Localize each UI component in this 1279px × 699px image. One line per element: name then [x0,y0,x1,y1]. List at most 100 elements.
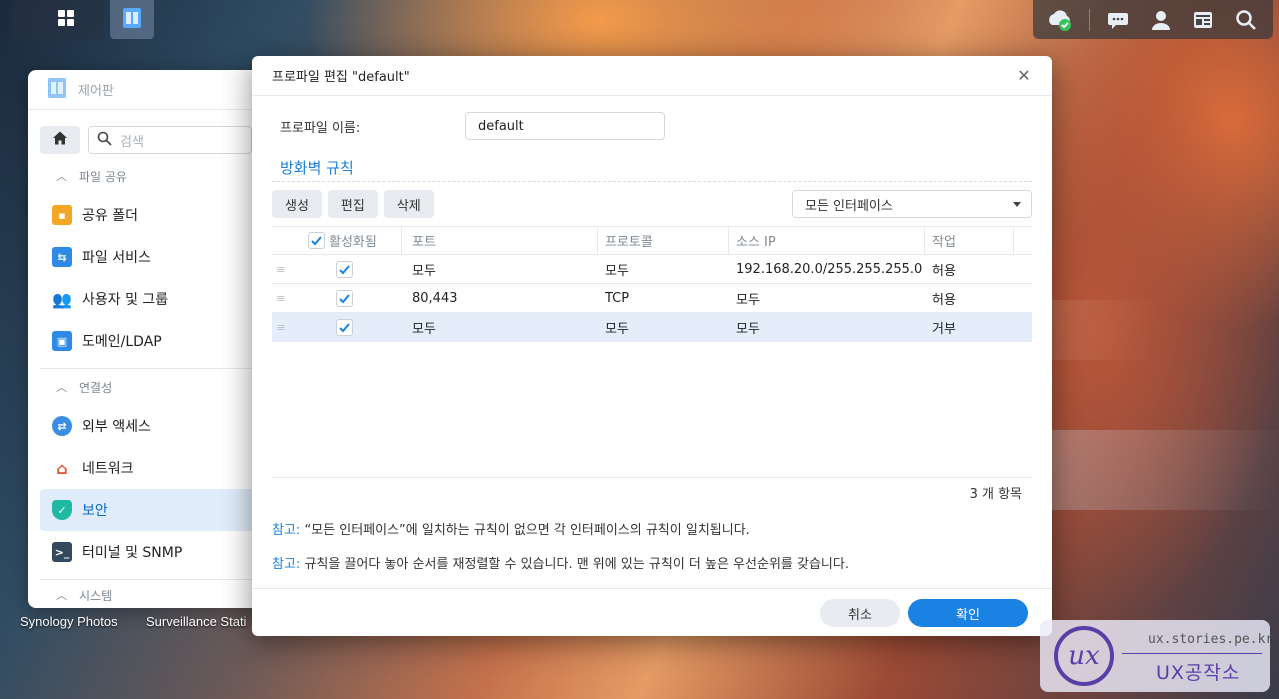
dialog-title: 프로파일 편집 "default" [272,70,410,85]
watermark-divider [1122,653,1262,654]
table-header: 활성화됨 포트 프로토콜 소스 IP 작업 [272,226,1032,255]
header-enabled[interactable]: 활성화됨 [290,227,402,254]
protocol-cell: TCP [605,290,630,306]
note-reorder: 참고: 규칙을 끌어다 놓아 순서를 재정렬할 수 있습니다. 맨 위에 있는 … [272,553,849,572]
action-cell: 허용 [932,292,956,308]
table-row[interactable]: ≡ 모두 모두 192.168.20.0/255.255.255.0 허용 [272,255,1032,284]
cloud-check-icon[interactable] [1046,6,1074,34]
user-icon[interactable] [1147,6,1175,34]
header-action[interactable]: 작업 [925,227,1014,254]
sidebar-item-domain-ldap[interactable]: ▣ 도메인/LDAP [28,320,260,362]
search-input[interactable]: 검색 [88,126,252,154]
action-cell: 허용 [932,263,956,279]
desktop-shortcut-synology-photos[interactable]: Synology Photos [20,614,118,629]
interface-select[interactable]: 모든 인터페이스 [792,190,1032,218]
table-row[interactable]: ≡ 모두 모두 모두 거부 [272,313,1032,342]
widget-icon[interactable] [1189,6,1217,34]
search-icon[interactable] [1232,6,1260,34]
select-all-checkbox[interactable] [308,232,325,249]
control-panel-task-button[interactable] [109,0,154,39]
create-button[interactable]: 생성 [272,190,322,218]
desktop-shortcut-surveillance-station[interactable]: Surveillance Stati [146,614,246,629]
checkmark-icon [339,293,350,303]
chevron-up-icon: ︿ [56,381,67,394]
rules-table: 활성화됨 포트 프로토콜 소스 IP 작업 ≡ 모두 모두 192.168.20… [272,226,1032,342]
header-source-ip[interactable]: 소스 IP [729,227,925,254]
grid-icon [56,8,76,32]
interface-select-value: 모든 인터페이스 [805,198,893,214]
main-menu-button[interactable] [12,0,104,39]
section-file-sharing[interactable]: ︿ 파일 공유 [28,158,260,194]
search-placeholder: 검색 [120,134,144,150]
checkmark-icon [339,264,350,274]
sidebar-item-file-services[interactable]: ⇆ 파일 서비스 [28,236,260,278]
network-home-icon: ⌂ [52,458,72,478]
enabled-cell [290,260,402,278]
chevron-up-icon: ︿ [56,589,67,602]
sidebar-item-external-access[interactable]: ⇄ 외부 액세스 [28,405,260,447]
drag-handle-icon[interactable]: ≡ [272,263,290,276]
drag-handle-icon[interactable]: ≡ [272,321,290,334]
note-tag: 참고: [272,557,301,572]
divider [272,181,1032,182]
watermark: ux ux.stories.pe.kr UX공작소 [1040,620,1274,692]
section-connectivity[interactable]: ︿ 연결성 [28,369,260,405]
control-panel-header: 제어판 [28,70,260,110]
shield-icon: ✓ [52,500,72,520]
port-cell: 모두 [412,321,436,337]
chat-icon[interactable] [1104,6,1132,34]
sidebar-item-shared-folder[interactable]: ▪ 공유 폴더 [28,194,260,236]
note-text: “모든 인터페이스”에 일치하는 규칙이 없으면 각 인터페이스의 규칙이 일치… [300,523,750,538]
section-system[interactable]: ︿ 시스템 [28,580,260,608]
enabled-cell [290,289,402,307]
enabled-checkbox[interactable] [336,260,353,278]
source-ip-cell: 모두 [736,321,760,337]
sidebar-item-label: 터미널 및 SNMP [82,545,183,561]
control-panel-search-row: 검색 [28,110,260,154]
chevron-up-icon: ︿ [56,170,67,183]
header-port[interactable]: 포트 [402,227,598,254]
protocol-cell: 모두 [605,263,629,279]
enabled-cell [290,318,402,336]
watermark-url: ux.stories.pe.kr [1148,632,1274,647]
home-button[interactable] [40,126,80,154]
enabled-checkbox[interactable] [336,318,353,336]
taskbar-right [1033,0,1273,39]
firewall-rules-title: 방화벽 규칙 [280,159,354,177]
source-ip-cell: 모두 [736,292,760,308]
control-panel-window: 제어판 검색 ︿ 파일 공유 ▪ 공유 폴더 ⇆ 파일 서비스 👥 사용자 및 … [28,70,260,608]
cancel-button[interactable]: 취소 [820,599,900,627]
home-icon [52,130,68,150]
port-cell: 모두 [412,263,436,279]
rule-toolbar: 생성 편집 삭제 [272,190,434,218]
enabled-checkbox[interactable] [336,289,353,307]
sidebar-item-terminal-snmp[interactable]: >_ 터미널 및 SNMP [28,531,260,573]
table-footer: 3 개 항목 [272,477,1032,507]
external-access-icon: ⇄ [52,416,72,436]
drag-handle-icon[interactable]: ≡ [272,292,290,305]
sidebar-item-users-groups[interactable]: 👥 사용자 및 그룹 [28,278,260,320]
file-transfer-icon: ⇆ [52,247,72,267]
profile-name-row: 프로파일 이름: default [280,112,665,140]
control-panel-title: 제어판 [78,84,114,99]
ux-logo: ux [1054,626,1114,686]
profile-name-field[interactable]: default [465,112,665,140]
header-protocol[interactable]: 프로토콜 [598,227,729,254]
sidebar-item-label: 네트워크 [82,461,134,477]
item-count: 3 개 항목 [969,487,1022,502]
note-tag: 참고: [272,523,301,538]
sidebar-item-security[interactable]: ✓ 보안 [40,489,260,531]
sidebar-item-label: 파일 서비스 [82,250,151,266]
sidebar-item-network[interactable]: ⌂ 네트워크 [28,447,260,489]
terminal-icon: >_ [52,542,72,562]
table-row[interactable]: ≡ 80,443 TCP 모두 허용 [272,284,1032,313]
delete-button[interactable]: 삭제 [383,190,434,218]
id-card-icon: ▣ [52,331,72,351]
edit-button[interactable]: 편집 [327,190,378,218]
sidebar-item-label: 외부 액세스 [82,419,151,435]
sidebar-item-label: 공유 폴더 [82,208,138,224]
close-icon[interactable]: ✕ [1016,68,1032,84]
taskbar-left [12,0,160,39]
control-panel-icon [46,77,68,103]
ok-button[interactable]: 확인 [908,599,1028,627]
